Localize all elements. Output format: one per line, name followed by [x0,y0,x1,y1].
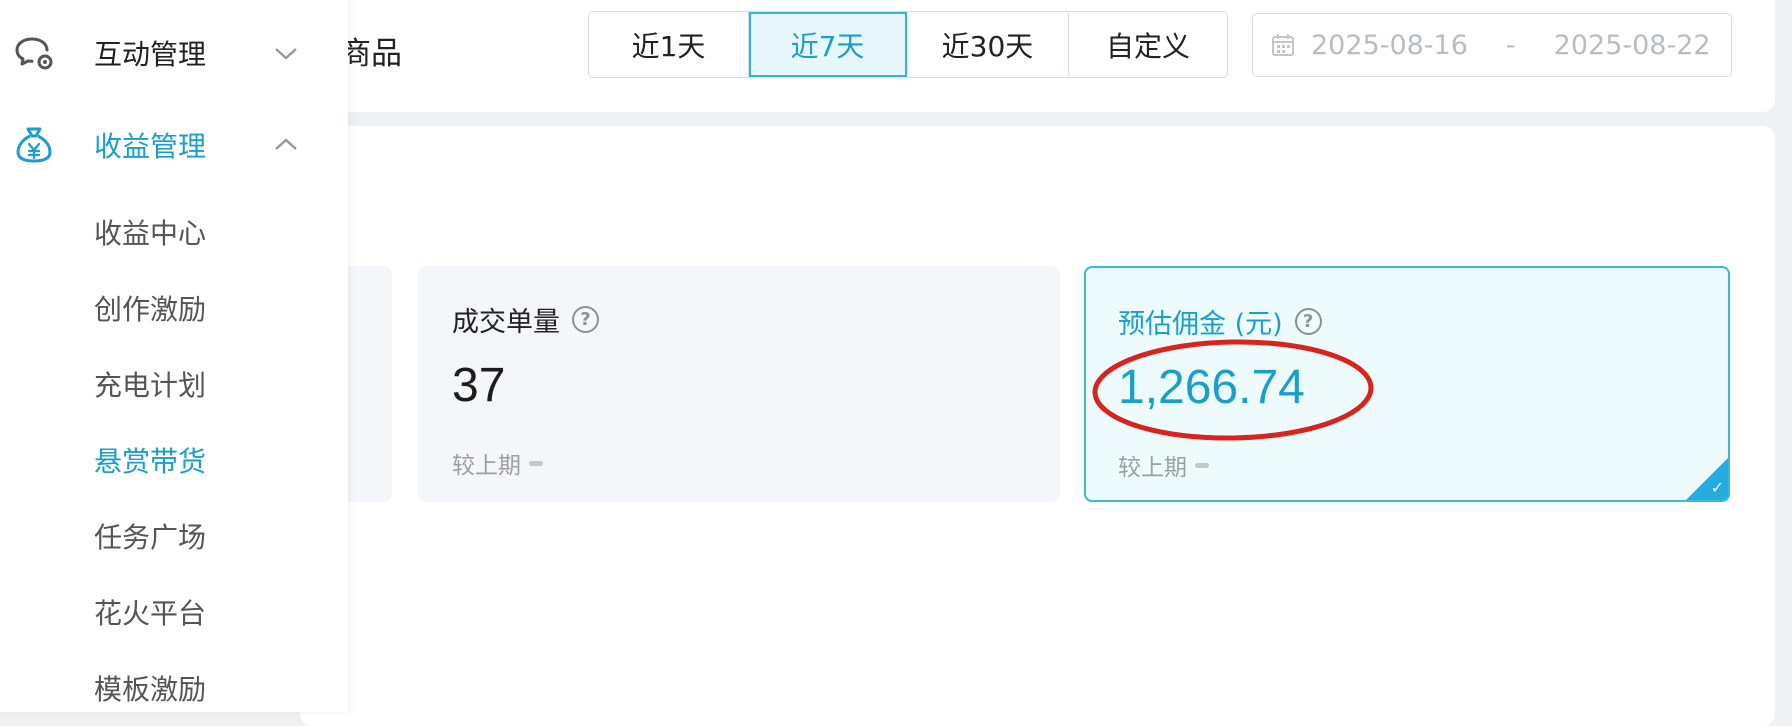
sidebar-item-template-incentive[interactable]: 模板激励 [94,668,206,708]
sidebar-group-label: 收益管理 [94,130,207,163]
date-range-selector: 近1天 近7天 近30天 自定义 [588,11,1228,78]
date-range-picker[interactable]: 2025-08-16 - 2025-08-22 [1252,13,1732,77]
metric-value: 1,266.74 [1118,361,1305,414]
sidebar-item-bounty-sales[interactable]: 悬赏带货 [94,440,206,480]
date-separator: - [1505,29,1516,61]
sidebar-group-label: 互动管理 [94,38,207,71]
range-1-day-button[interactable]: 近1天 [589,12,749,77]
date-end: 2025-08-22 [1553,29,1711,61]
metric-value: 37 [452,359,506,412]
money-bag-icon [16,127,52,163]
sidebar-item-earnings-center[interactable]: 收益中心 [94,212,206,252]
range-7-days-button[interactable]: 近7天 [749,12,907,77]
check-icon: ✓ [1710,478,1724,497]
range-custom-button[interactable]: 自定义 [1069,12,1227,77]
sidebar: 互动管理 收益管理 收益中心 创作激励 充电计划 悬赏带货 任务广场 花火平台 … [0,0,348,712]
sidebar-item-task-plaza[interactable]: 任务广场 [94,516,206,556]
compare-label: 较上期 [1118,455,1187,481]
sidebar-item-creation-incentive[interactable]: 创作激励 [94,288,206,328]
metric-compare: 较上期 [1118,448,1209,482]
sidebar-group-interaction[interactable]: 互动管理 [0,8,348,98]
question-circle-icon[interactable]: ? [1294,308,1322,335]
metric-compare: 较上期 [452,446,543,480]
metric-label-row: 成交单量 ? [452,300,599,339]
sidebar-item-charging-plan[interactable]: 充电计划 [94,364,206,404]
date-start: 2025-08-16 [1311,29,1468,61]
chevron-down-icon [275,48,297,60]
metric-label: 成交单量 [452,307,560,338]
page-title-fragment: 商品 [340,36,402,72]
chat-gear-icon [15,37,53,70]
range-30-days-button[interactable]: 近30天 [907,12,1069,77]
sidebar-item-spark-platform[interactable]: 花火平台 [94,592,206,632]
metrics-panel: 成交单量 ? 37 较上期 预估佣金 (元) ? 1,266.74 较上期 ✓ [240,126,1775,726]
compare-dash-icon [529,460,543,466]
metric-card-orders[interactable]: 成交单量 ? 37 较上期 [418,266,1060,502]
compare-dash-icon [1195,462,1209,468]
header-bar: 商品 近1天 近7天 近30天 自定义 2025-08-16 - 2025-08… [300,0,1775,112]
compare-label: 较上期 [452,453,521,479]
chevron-up-icon [275,138,297,150]
metric-label-row: 预估佣金 (元) ? [1118,302,1322,341]
metric-card-commission[interactable]: 预估佣金 (元) ? 1,266.74 较上期 ✓ [1084,266,1730,502]
question-circle-icon[interactable]: ? [572,306,599,333]
metric-label: 预估佣金 (元) [1118,309,1283,340]
sidebar-group-earnings[interactable]: 收益管理 [0,100,348,190]
calendar-icon [1272,34,1294,56]
